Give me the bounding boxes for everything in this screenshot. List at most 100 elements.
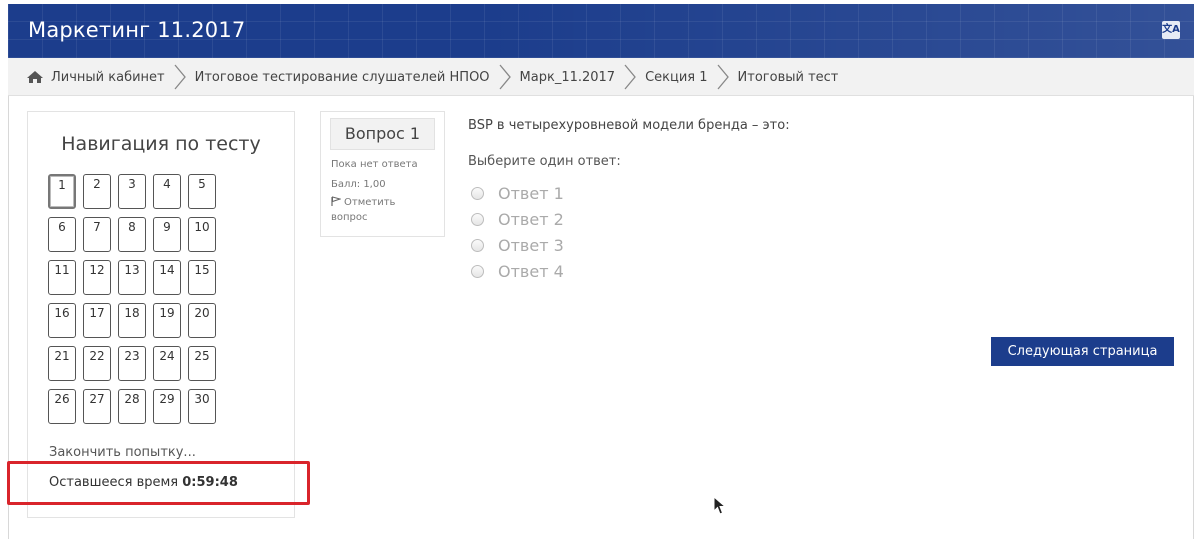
question-nav-number: 26 [54,392,70,406]
site-header: Маркетинг 11.2017 文A [8,4,1194,58]
answer-radio[interactable] [471,264,484,278]
question-grade: Балл: 1,00 [331,179,386,190]
question-nav-number: 5 [198,177,206,191]
question-nav-button[interactable]: 10 [188,217,216,252]
question-nav-button[interactable]: 13 [118,260,146,295]
question-nav-number: 27 [89,392,105,406]
question-nav-button[interactable]: 26 [48,389,76,424]
answer-label[interactable]: Ответ 4 [498,262,564,281]
answer-label[interactable]: Ответ 3 [498,236,564,255]
question-nav-number: 16 [54,306,70,320]
question-nav-number: 11 [54,263,70,277]
question-nav-number: 6 [58,220,66,234]
question-nav-button[interactable]: 20 [188,303,216,338]
flag-question-link[interactable]: Отметить вопрос [331,195,431,225]
question-nav-number: 17 [89,306,105,320]
chevron-right-icon [499,64,511,90]
answer-label[interactable]: Ответ 1 [498,184,564,203]
question-nav-number: 25 [194,349,210,363]
question-nav-number: 3 [128,177,136,191]
question-info-panel: Вопрос 1 Пока нет ответа Балл: 1,00 Отме… [320,111,445,237]
question-nav-number: 30 [194,392,210,406]
site-title[interactable]: Маркетинг 11.2017 [28,18,245,42]
answer-radio[interactable] [471,238,484,252]
breadcrumb-item-section[interactable]: Секция 1 [645,70,707,85]
question-nav-number: 8 [128,220,136,234]
question-nav-number: 10 [194,220,210,234]
question-nav-number: 20 [194,306,210,320]
question-nav-button[interactable]: 29 [153,389,181,424]
question-state: Пока нет ответа [331,159,418,170]
question-nav-number: 1 [58,178,66,192]
breadcrumb-item-course[interactable]: Итоговое тестирование слушателей НПОО [195,70,490,85]
question-nav-button[interactable]: 18 [118,303,146,338]
question-nav-number: 29 [159,392,175,406]
question-nav-button[interactable]: 19 [153,303,181,338]
finish-attempt-link[interactable]: Закончить попытку... [49,445,196,460]
breadcrumb-item-group[interactable]: Марк_11.2017 [520,70,616,85]
answer-label[interactable]: Ответ 2 [498,210,564,229]
breadcrumb-item-dashboard[interactable]: Личный кабинет [51,70,165,85]
question-nav-number: 14 [159,263,175,277]
question-nav-number: 18 [124,306,140,320]
question-nav-button[interactable]: 16 [48,303,76,338]
question-nav-number: 7 [93,220,101,234]
question-nav-button[interactable]: 23 [118,346,146,381]
chevron-right-icon [624,64,636,90]
home-icon[interactable] [26,70,44,84]
question-number: Вопрос 1 [330,118,435,150]
answer-options: Ответ 1 Ответ 2 Ответ 3 Ответ 4 [471,180,564,284]
translate-icon[interactable]: 文A [1162,21,1180,39]
answer-prompt: Выберите один ответ: [468,154,621,169]
answer-option[interactable]: Ответ 4 [471,258,564,284]
chevron-right-icon [174,64,186,90]
next-page-button[interactable]: Следующая страница [991,337,1174,366]
quiz-navigation-title: Навигация по тесту [61,133,261,155]
question-nav-button[interactable]: 5 [188,174,216,209]
question-nav-button[interactable]: 17 [83,303,111,338]
question-nav-number: 21 [54,349,70,363]
question-nav-button[interactable]: 9 [153,217,181,252]
question-nav-button[interactable]: 8 [118,217,146,252]
answer-option[interactable]: Ответ 1 [471,180,564,206]
question-nav-number: 19 [159,306,175,320]
answer-option[interactable]: Ответ 2 [471,206,564,232]
question-nav-number: 23 [124,349,140,363]
flag-icon [331,196,341,206]
question-nav-button[interactable]: 4 [153,174,181,209]
chevron-right-icon [717,64,729,90]
question-nav-button[interactable]: 3 [118,174,146,209]
question-nav-number: 9 [163,220,171,234]
question-nav-button[interactable]: 6 [48,217,76,252]
breadcrumb-item-quiz[interactable]: Итоговый тест [738,70,839,85]
question-nav-number: 24 [159,349,175,363]
question-nav-number: 13 [124,263,140,277]
breadcrumb: Личный кабинет Итоговое тестирование слу… [8,58,1194,96]
question-nav-button[interactable]: 12 [83,260,111,295]
answer-radio[interactable] [471,212,484,226]
question-nav-button[interactable]: 7 [83,217,111,252]
timer-highlight-box [7,461,310,505]
question-nav-button[interactable]: 11 [48,260,76,295]
question-nav-button[interactable]: 1 [48,174,76,209]
quiz-navigation-block: Навигация по тесту 1 2 3 4 5 6 7 8 9 10 11 12 13 14 15… [27,111,295,518]
question-nav-button[interactable]: 21 [48,346,76,381]
question-nav-button[interactable]: 25 [188,346,216,381]
answer-radio[interactable] [471,186,484,200]
question-nav-button[interactable]: 15 [188,260,216,295]
question-nav-button[interactable]: 24 [153,346,181,381]
question-nav-number: 28 [124,392,140,406]
question-nav-button[interactable]: 27 [83,389,111,424]
question-nav-button[interactable]: 14 [153,260,181,295]
answer-option[interactable]: Ответ 3 [471,232,564,258]
question-nav-button[interactable]: 2 [83,174,111,209]
question-nav-number: 22 [89,349,105,363]
question-nav-button[interactable]: 22 [83,346,111,381]
question-nav-button[interactable]: 30 [188,389,216,424]
question-button-grid: 1 2 3 4 5 6 7 8 9 10 11 12 13 14 15 16 17 18 19 20 21 22 23 24 2… [48,174,216,424]
question-nav-button[interactable]: 28 [118,389,146,424]
question-nav-number: 12 [89,263,105,277]
question-nav-number: 4 [163,177,171,191]
question-text: BSP в четырехуровневой модели бренда – э… [468,118,790,133]
question-nav-number: 15 [194,263,210,277]
